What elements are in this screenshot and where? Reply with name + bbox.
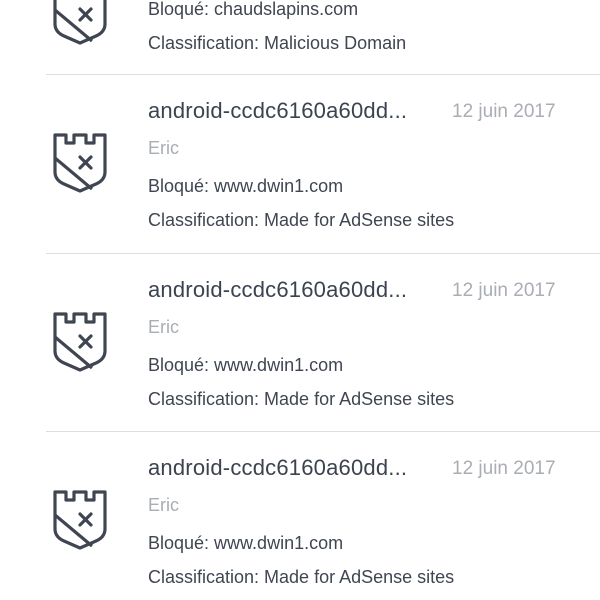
list-item[interactable]: android-ccdc6160a60dd... 12 juin 2017 Er… <box>0 254 600 432</box>
list-item[interactable]: android-ccdc6160a60dd... 12 juin 2017 Er… <box>0 432 600 600</box>
classification: Classification: Made for AdSense sites <box>148 210 455 230</box>
blocked-shield-icon <box>52 0 108 46</box>
blocked-shield-icon <box>52 132 108 194</box>
blocked-shield-icon <box>52 489 108 551</box>
device-name: android-ccdc6160a60dd... <box>148 98 408 123</box>
blocked-domain: Bloqué: www.dwin1.com <box>148 533 344 553</box>
list-item[interactable]: android-ccdc6160a60dd... 12 juin 2017 Er… <box>0 75 600 253</box>
blocked-domain: Bloqué: www.dwin1.com <box>148 355 344 375</box>
blocked-domain: Bloqué: www.dwin1.com <box>148 176 344 196</box>
device-name: android-ccdc6160a60dd... <box>148 277 408 302</box>
user-name: Eric <box>148 495 179 515</box>
user-name: Eric <box>148 317 179 337</box>
classification: Classification: Made for AdSense sites <box>148 567 455 587</box>
blocked-domain: Bloqué: chaudslapins.com <box>148 0 359 19</box>
device-name: android-ccdc6160a60dd... <box>148 455 408 480</box>
classification: Classification: Made for AdSense sites <box>148 389 455 409</box>
user-name: Eric <box>148 138 179 158</box>
item-date: 12 juin 2017 <box>452 458 556 479</box>
blocked-shield-icon <box>52 311 108 373</box>
blocked-events-list: Bloqué: chaudslapins.com Classification:… <box>0 0 600 600</box>
item-date: 12 juin 2017 <box>452 280 556 301</box>
classification: Classification: Malicious Domain <box>148 33 407 53</box>
item-date: 12 juin 2017 <box>452 101 556 122</box>
list-item[interactable]: Bloqué: chaudslapins.com Classification:… <box>0 0 600 74</box>
